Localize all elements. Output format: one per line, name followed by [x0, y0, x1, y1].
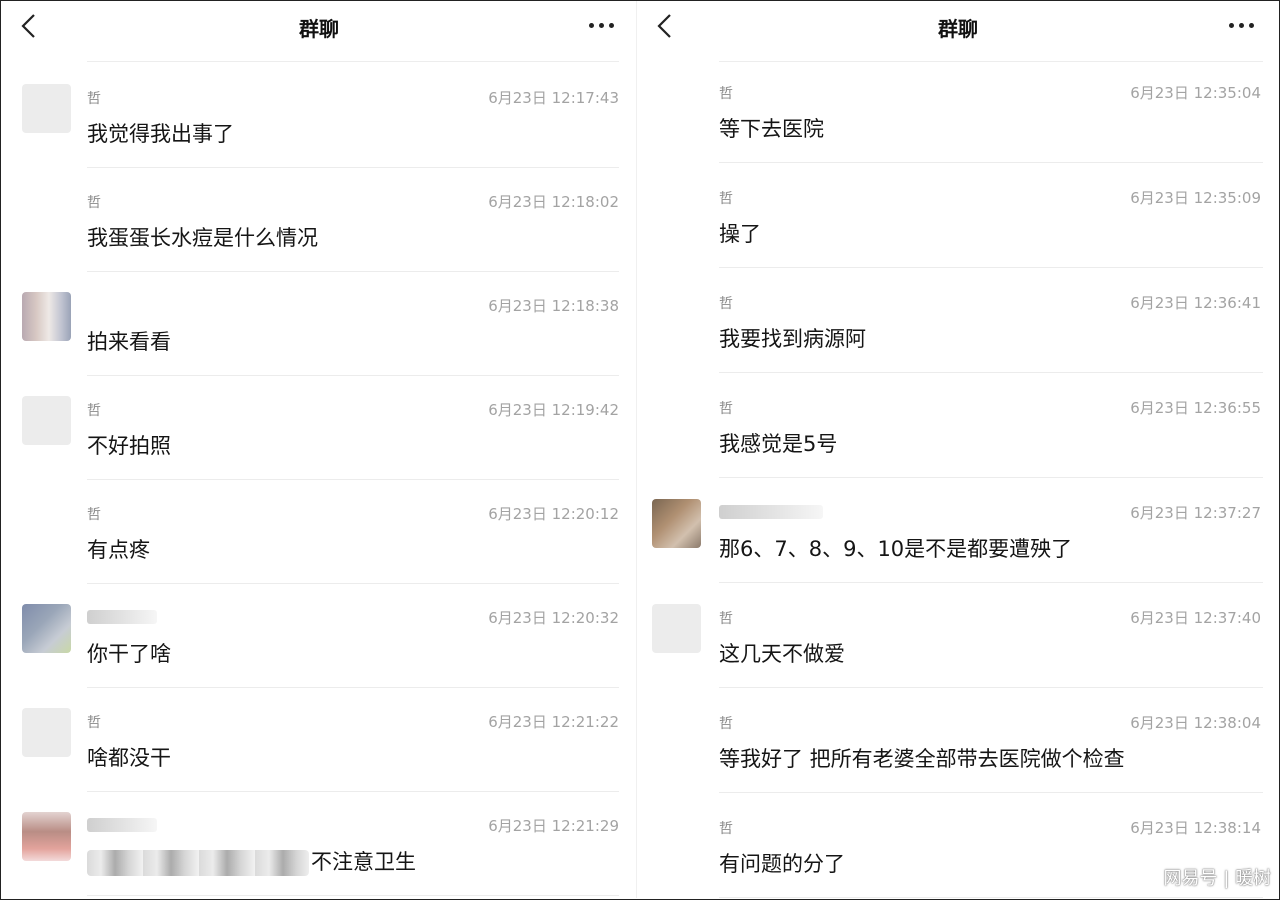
sender-name: 哲	[719, 86, 733, 102]
avatar[interactable]	[22, 708, 71, 757]
avatar[interactable]	[22, 604, 71, 653]
message-text: 这几天不做爱	[719, 642, 845, 666]
sender-name-blurred	[87, 818, 157, 832]
message-text: 我觉得我出事了	[87, 122, 234, 146]
sender-name: 哲	[719, 821, 733, 837]
sender-name: 哲	[87, 91, 101, 107]
sender-name: 哲	[87, 195, 101, 211]
sender-name: 哲	[719, 191, 733, 207]
sender-name: 哲	[719, 716, 733, 732]
chat-panel-left: 群聊 哲 6月23日 12:17:43 我觉得我出事了哲 6月23日 12:18:02…	[1, 1, 637, 898]
message-item[interactable]: 哲 6月23日 12:17:43 我觉得我出事了	[1, 64, 637, 168]
sender-name-blurred	[87, 610, 157, 624]
timestamp: 6月23日 12:18:02	[488, 193, 619, 211]
message-text: 我感觉是5号	[719, 432, 838, 456]
avatar[interactable]	[22, 396, 71, 445]
divider	[87, 61, 619, 62]
avatar[interactable]	[22, 84, 71, 133]
message-item[interactable]: 哲 6月23日 12:36:55 我感觉是5号	[637, 374, 1279, 478]
blurred-text	[87, 850, 309, 876]
sender-name: 哲	[87, 507, 101, 523]
divider	[719, 267, 1263, 268]
avatar[interactable]	[652, 604, 701, 653]
message-text: 操了	[719, 222, 761, 246]
message-item[interactable]: 6月23日 12:21:29 不注意卫生	[1, 792, 637, 896]
sender-name: 哲	[719, 611, 733, 627]
message-item[interactable]: 哲 6月23日 12:18:02 我蛋蛋长水痘是什么情况	[1, 168, 637, 272]
avatar[interactable]	[22, 292, 71, 341]
timestamp: 6月23日 12:35:04	[1130, 84, 1261, 102]
message-text: 拍来看看	[87, 330, 171, 354]
message-item[interactable]: 6月23日 12:20:32 你干了啥	[1, 584, 637, 688]
message-item[interactable]: 6月23日 12:18:38 拍来看看	[1, 272, 637, 376]
divider	[719, 897, 1263, 898]
timestamp: 6月23日 12:37:40	[1130, 609, 1261, 627]
message-text: 有点疼	[87, 538, 150, 562]
timestamp: 6月23日 12:35:09	[1130, 189, 1261, 207]
chat-title: 群聊	[938, 17, 978, 41]
message-text: 我蛋蛋长水痘是什么情况	[87, 226, 318, 250]
timestamp: 6月23日 12:19:42	[488, 401, 619, 419]
message-text: 那6、7、8、9、10是不是都要遭殃了	[719, 537, 1073, 561]
nav-bar: 群聊	[637, 1, 1279, 53]
message-item[interactable]: 哲 6月23日 12:19:42 不好拍照	[1, 376, 637, 480]
sender-name-blurred	[719, 505, 823, 519]
message-item[interactable]: 哲 6月23日 12:20:12 有点疼	[1, 480, 637, 584]
more-dots-icon[interactable]	[589, 23, 619, 31]
message-text: 啥都没干	[87, 746, 171, 770]
divider	[719, 687, 1263, 688]
nav-bar: 群聊	[1, 1, 637, 53]
timestamp: 6月23日 12:20:32	[488, 609, 619, 627]
timestamp: 6月23日 12:21:22	[488, 713, 619, 731]
timestamp: 6月23日 12:18:38	[488, 297, 619, 315]
timestamp: 6月23日 12:17:43	[488, 89, 619, 107]
message-item[interactable]: 哲 6月23日 12:36:41 我要找到病源阿	[637, 269, 1279, 373]
message-item[interactable]: 6月23日 12:37:27 那6、7、8、9、10是不是都要遭殃了	[637, 479, 1279, 583]
divider	[87, 895, 619, 896]
divider	[719, 477, 1263, 478]
avatar[interactable]	[22, 812, 71, 861]
sender-name: 哲	[719, 296, 733, 312]
divider	[719, 582, 1263, 583]
watermark: 网易号 | 暖树	[1163, 868, 1271, 889]
more-dots-icon[interactable]	[1229, 23, 1259, 31]
message-item[interactable]: 哲 6月23日 12:35:04 等下去医院	[637, 59, 1279, 163]
message-text: 等下去医院	[719, 117, 824, 141]
timestamp: 6月23日 12:37:27	[1130, 504, 1261, 522]
timestamp: 6月23日 12:36:55	[1130, 399, 1261, 417]
sender-name: 哲	[719, 401, 733, 417]
divider	[719, 372, 1263, 373]
message-text: 你干了啥	[87, 642, 171, 666]
message-text: 我要找到病源阿	[719, 327, 866, 351]
timestamp: 6月23日 12:38:04	[1130, 714, 1261, 732]
timestamp: 6月23日 12:38:14	[1130, 819, 1261, 837]
divider	[719, 792, 1263, 793]
message-text: 等我好了 把所有老婆全部带去医院做个检查	[719, 747, 1125, 771]
message-text-visible: 不注意卫生	[311, 850, 416, 874]
message-item[interactable]: 哲 6月23日 12:38:04 等我好了 把所有老婆全部带去医院做个检查	[637, 689, 1279, 793]
sender-name: 哲	[87, 403, 101, 419]
chat-title: 群聊	[299, 17, 339, 41]
divider	[719, 162, 1263, 163]
timestamp: 6月23日 12:21:29	[488, 817, 619, 835]
message-text: 有问题的分了	[719, 852, 845, 876]
timestamp: 6月23日 12:36:41	[1130, 294, 1261, 312]
sender-name: 哲	[87, 715, 101, 731]
message-item[interactable]: 哲 6月23日 12:37:40 这几天不做爱	[637, 584, 1279, 688]
message-text: 不注意卫生	[87, 846, 416, 876]
chat-panel-right: 群聊 哲 6月23日 12:35:04 等下去医院哲 6月23日 12:35:09 操了…	[637, 1, 1279, 898]
message-item[interactable]: 哲 6月23日 12:21:22 啥都没干	[1, 688, 637, 792]
message-text: 不好拍照	[87, 434, 171, 458]
message-item[interactable]: 哲 6月23日 12:35:09 操了	[637, 164, 1279, 268]
avatar[interactable]	[652, 499, 701, 548]
timestamp: 6月23日 12:20:12	[488, 505, 619, 523]
